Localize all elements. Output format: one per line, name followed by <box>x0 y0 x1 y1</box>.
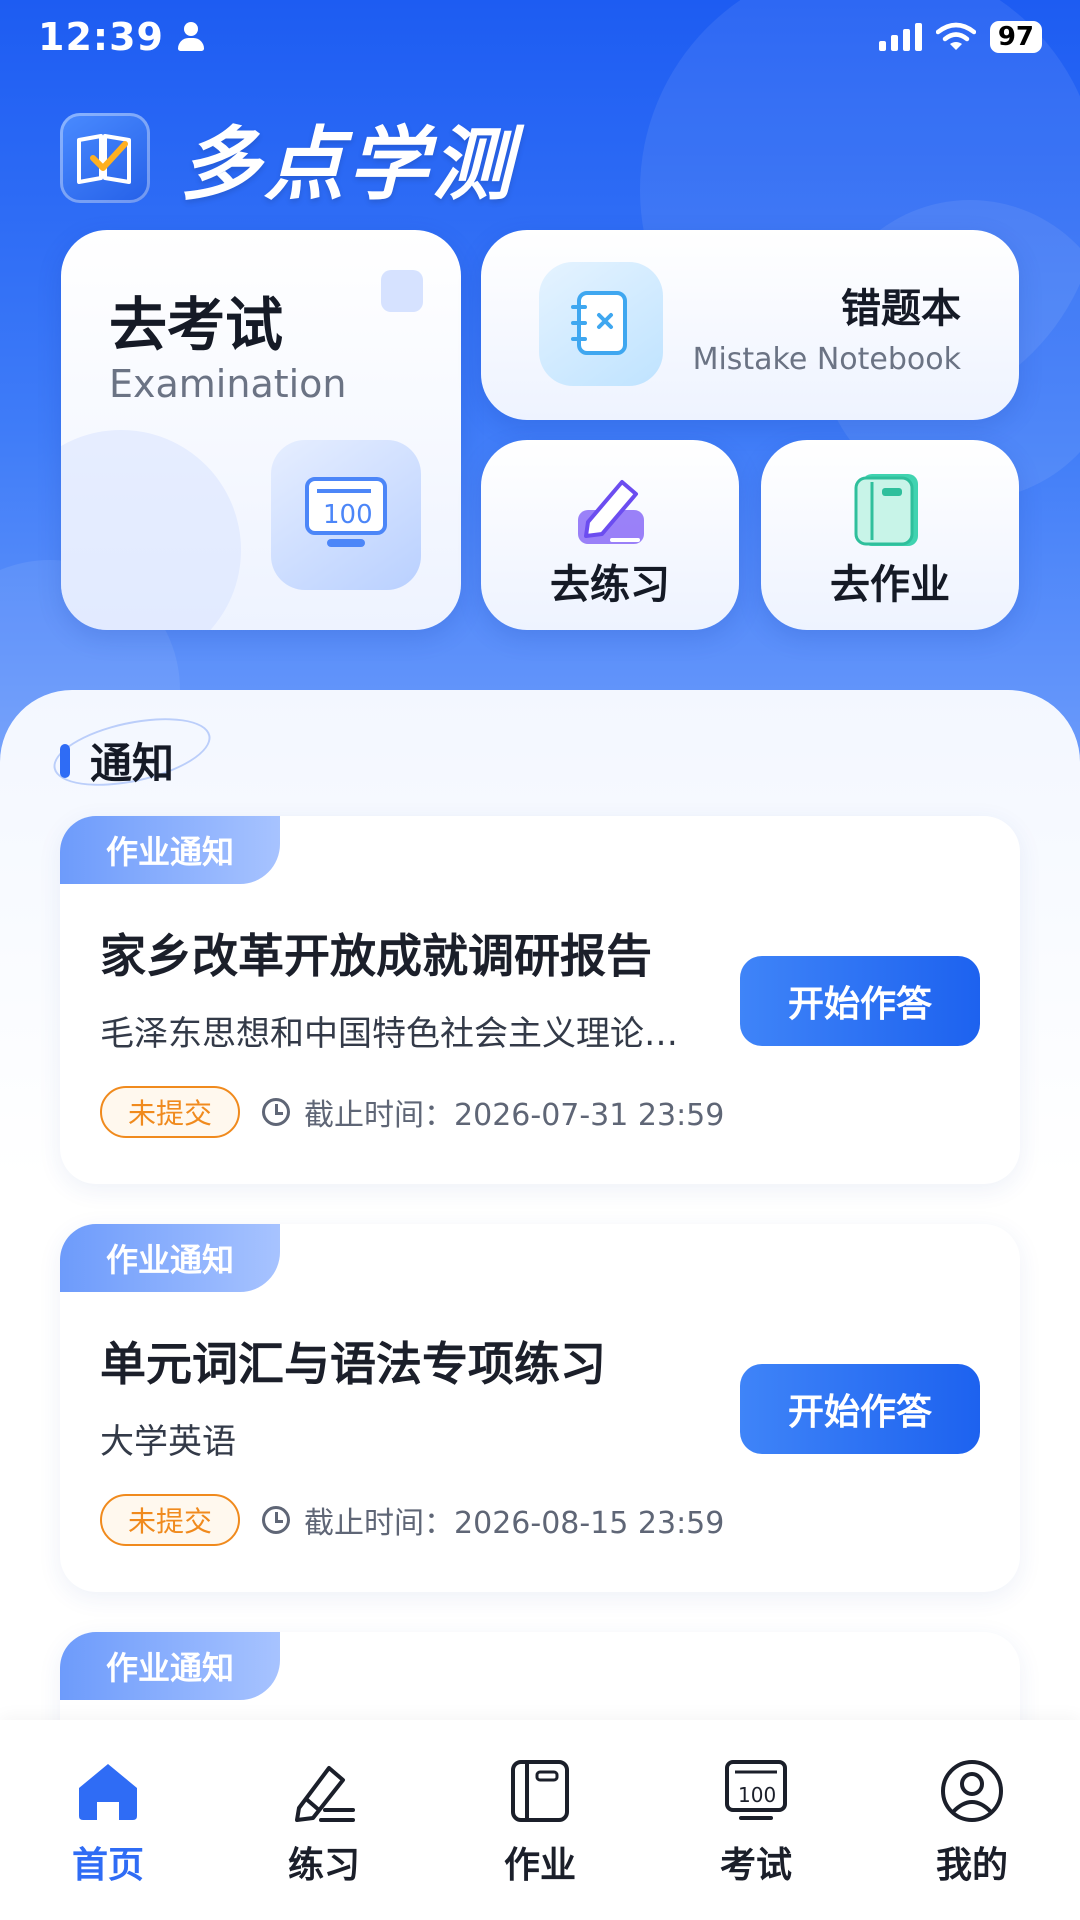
practice-card[interactable]: 去练习 <box>481 440 739 630</box>
exam-board-icon: 100 <box>271 440 421 590</box>
practice-card-label: 去练习 <box>550 562 670 608</box>
notice-tag: 作业通知 <box>60 1632 280 1700</box>
homework-card[interactable]: 去作业 <box>761 440 1019 630</box>
nav-label: 首页 <box>71 1845 144 1886</box>
mistake-notebook-icon <box>539 262 663 386</box>
person-icon <box>177 22 204 52</box>
home-icon <box>73 1756 143 1826</box>
exam-card-title: 去考试 <box>109 291 284 359</box>
section-marker <box>60 743 70 778</box>
book-check-icon <box>60 113 150 203</box>
notice-course: 毛泽东思想和中国特色社会主义理论体系概论 <box>100 1014 710 1054</box>
svg-text:100: 100 <box>738 1783 776 1807</box>
decorative-circle <box>61 430 241 630</box>
homework-card-label: 去作业 <box>830 562 950 608</box>
nav-label: 考试 <box>719 1845 792 1886</box>
status-bar: 12:39 97 <box>0 0 1080 74</box>
notice-tag: 作业通知 <box>60 1224 280 1292</box>
notice-title: 家乡改革开放成就调研报告 <box>100 929 652 983</box>
decorative-square <box>381 270 423 312</box>
nav-item-exam[interactable]: 100 考试 <box>666 1720 846 1920</box>
notice-title: 单元词汇与语法专项练习 <box>100 1337 606 1391</box>
exam-card[interactable]: 去考试 Examination 100 <box>61 230 461 630</box>
notices-section-title: 通知 <box>90 739 175 788</box>
pencil-icon <box>289 1756 359 1826</box>
user-icon <box>937 1756 1007 1826</box>
clock-icon <box>262 1506 291 1534</box>
app-title: 多点学测 <box>180 118 516 211</box>
notice-tag: 作业通知 <box>60 816 280 884</box>
notice-meta: 未提交 截止时间：2026-08-15 23:59 <box>100 1494 724 1546</box>
nav-item-profile[interactable]: 我的 <box>882 1720 1062 1920</box>
exam-card-subtitle: Examination <box>109 362 347 406</box>
nav-item-home[interactable]: 首页 <box>18 1720 198 1920</box>
notice-card[interactable]: 作业通知 单元词汇与语法专项练习 大学英语 开始作答 未提交 截止时间：2026… <box>60 1224 1020 1592</box>
mistake-notebook-card[interactable]: 错题本 Mistake Notebook <box>481 230 1019 420</box>
notice-meta: 未提交 截止时间：2026-07-31 23:59 <box>100 1086 724 1138</box>
start-answer-button[interactable]: 开始作答 <box>740 1364 980 1454</box>
notice-deadline: 截止时间：2026-07-31 23:59 <box>304 1098 725 1133</box>
notebook-icon <box>505 1756 575 1826</box>
nav-item-homework[interactable]: 作业 <box>450 1720 630 1920</box>
app-logo: 多点学测 <box>60 100 516 216</box>
bottom-navigation: 首页 练习 作业 100 考试 我的 <box>0 1720 1080 1920</box>
signal-icon <box>878 23 922 51</box>
exam-board-icon: 100 <box>721 1756 791 1826</box>
start-answer-button[interactable]: 开始作答 <box>740 956 980 1046</box>
status-badge: 未提交 <box>100 1494 241 1546</box>
status-time: 12:39 <box>38 15 164 59</box>
notebook-icon <box>842 462 938 558</box>
notice-course: 大学英语 <box>100 1422 236 1462</box>
wifi-icon <box>935 22 976 50</box>
status-badge: 未提交 <box>100 1086 241 1138</box>
svg-text:100: 100 <box>323 500 373 530</box>
clock-icon <box>262 1098 291 1126</box>
pencil-icon <box>562 462 658 558</box>
notices-section-header: 通知 <box>60 730 174 791</box>
mistake-notebook-title: 错题本 <box>841 286 961 332</box>
notice-card[interactable]: 作业通知 家乡改革开放成就调研报告 毛泽东思想和中国特色社会主义理论体系概论 开… <box>60 816 1020 1184</box>
notice-deadline: 截止时间：2026-08-15 23:59 <box>304 1506 725 1541</box>
battery-indicator: 97 <box>989 21 1042 53</box>
nav-label: 我的 <box>935 1845 1008 1886</box>
mistake-notebook-subtitle: Mistake Notebook <box>692 342 961 377</box>
nav-label: 作业 <box>503 1845 576 1886</box>
nav-item-practice[interactable]: 练习 <box>234 1720 414 1920</box>
nav-label: 练习 <box>287 1845 360 1886</box>
